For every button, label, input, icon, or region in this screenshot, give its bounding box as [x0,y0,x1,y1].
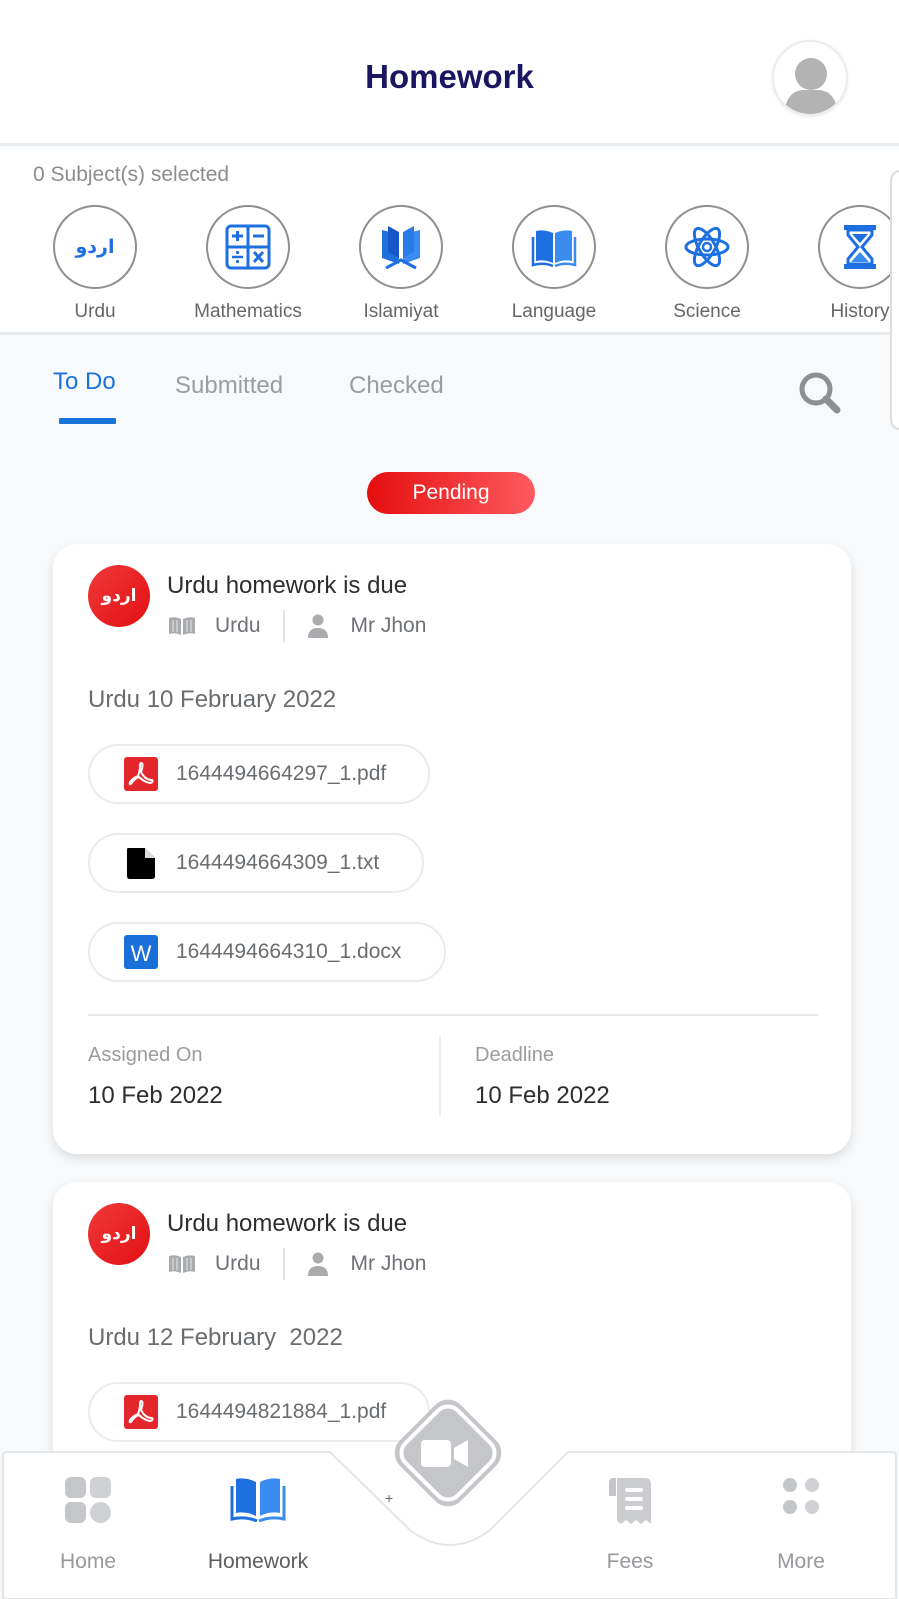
nav-home[interactable]: Home [8,1452,168,1574]
more-dots-icon [783,1478,819,1514]
home-grid-icon [65,1477,111,1523]
homework-title: Urdu homework is due [167,572,408,599]
subject-mathematics[interactable]: Mathematics [173,205,323,323]
nav-fees[interactable]: Fees [550,1452,710,1574]
subject-label: Language [511,301,597,322]
homework-teacher: Mr Jhon [350,614,427,637]
subject-label: Mathematics [194,301,302,322]
tab-checked[interactable]: Checked [349,372,444,400]
page-title: Homework [365,58,534,95]
deadline-value: 10 Feb 2022 [475,1082,610,1109]
homework-title: Urdu homework is due [167,1210,408,1237]
subject-label: History [830,301,890,322]
teacher-icon [307,1252,329,1276]
subjects-selected-count: 0 Subject(s) selected [33,163,230,186]
nav-label: Homework [207,1550,309,1573]
attachment-pdf[interactable]: 1644494664297_1.pdf [88,744,430,804]
video-call-button[interactable] [373,1378,523,1528]
subject-selector: 0 Subject(s) selected اردو Urdu Mathemat… [0,149,899,335]
nav-more[interactable]: More [721,1452,881,1574]
subject-science[interactable]: Science [632,205,782,323]
subject-badge-urdu: اردو [88,1203,150,1265]
subject-islamiyat[interactable]: Islamiyat [326,205,476,323]
subject-language[interactable]: Language [479,205,629,323]
book-icon [167,1253,197,1275]
subject-label: Islamiyat [363,301,439,322]
assigned-on-label: Assigned On [88,1044,203,1066]
tab-submitted[interactable]: Submitted [175,372,283,400]
assigned-on-value: 10 Feb 2022 [88,1082,223,1109]
homework-subject: Urdu [215,1252,261,1275]
search-icon [799,372,841,414]
calculator-icon [225,224,271,270]
atom-icon [684,226,730,268]
card-divider [88,1014,818,1016]
homework-meta: Urdu Mr Jhon [167,610,426,642]
pdf-file-icon [124,757,158,791]
avatar-button[interactable] [772,40,848,116]
homework-meta: Urdu Mr Jhon [167,1248,426,1280]
subject-badge-urdu: اردو [88,565,150,627]
receipt-icon [609,1478,651,1524]
video-camera-icon [421,1440,468,1467]
user-avatar-icon [784,58,838,114]
book-icon [230,1478,286,1522]
teacher-icon [307,614,329,638]
urdu-script-icon: اردو [75,236,115,258]
urdu-script-icon: اردو [101,586,137,606]
meta-divider [282,1248,285,1280]
deadline-label: Deadline [475,1044,554,1066]
homework-description: Urdu 12 February 2022 [88,1324,343,1351]
subject-urdu[interactable]: اردو Urdu [20,205,170,323]
subject-history[interactable]: History [785,205,899,323]
homework-description: Urdu 10 February 2022 [88,686,337,713]
svg-text:W: W [131,941,152,966]
open-book-icon [531,230,577,268]
text-file-icon [127,848,155,879]
homework-subject: Urdu [215,614,261,637]
nav-label: Home [59,1550,117,1573]
tab-to-do[interactable]: To Do [53,368,116,396]
urdu-script-icon: اردو [101,1224,137,1244]
quran-book-icon [382,226,420,270]
book-icon [167,615,197,637]
homework-teacher: Mr Jhon [350,1252,427,1275]
attachment-docx[interactable]: W 1644494664310_1.docx [88,922,446,982]
nav-homework[interactable]: Homework [178,1452,338,1574]
meta-divider [282,610,285,642]
subject-label: Science [673,301,741,322]
homework-tabs: To Do Submitted Checked [0,338,899,428]
search-button[interactable] [795,368,845,418]
app-header: Homework [0,0,899,146]
attachment-name: 1644494664309_1.txt [176,851,380,874]
active-tab-indicator [59,418,116,424]
status-filter-label: Pending [412,481,490,504]
homework-card[interactable]: اردو Urdu homework is due Urdu Mr Jhon U… [53,544,851,1154]
attachment-name: 1644494664297_1.pdf [176,762,387,785]
attachment-name: 1644494664310_1.docx [176,940,402,963]
card-vertical-divider [439,1036,441,1116]
nav-label: Fees [606,1550,654,1573]
nav-label: More [777,1550,825,1573]
hourglass-icon [844,225,876,269]
status-filter-pending[interactable]: Pending [367,472,535,514]
attachment-txt[interactable]: 1644494664309_1.txt [88,833,424,893]
word-file-icon: W [124,935,158,969]
subject-label: Urdu [74,301,116,322]
